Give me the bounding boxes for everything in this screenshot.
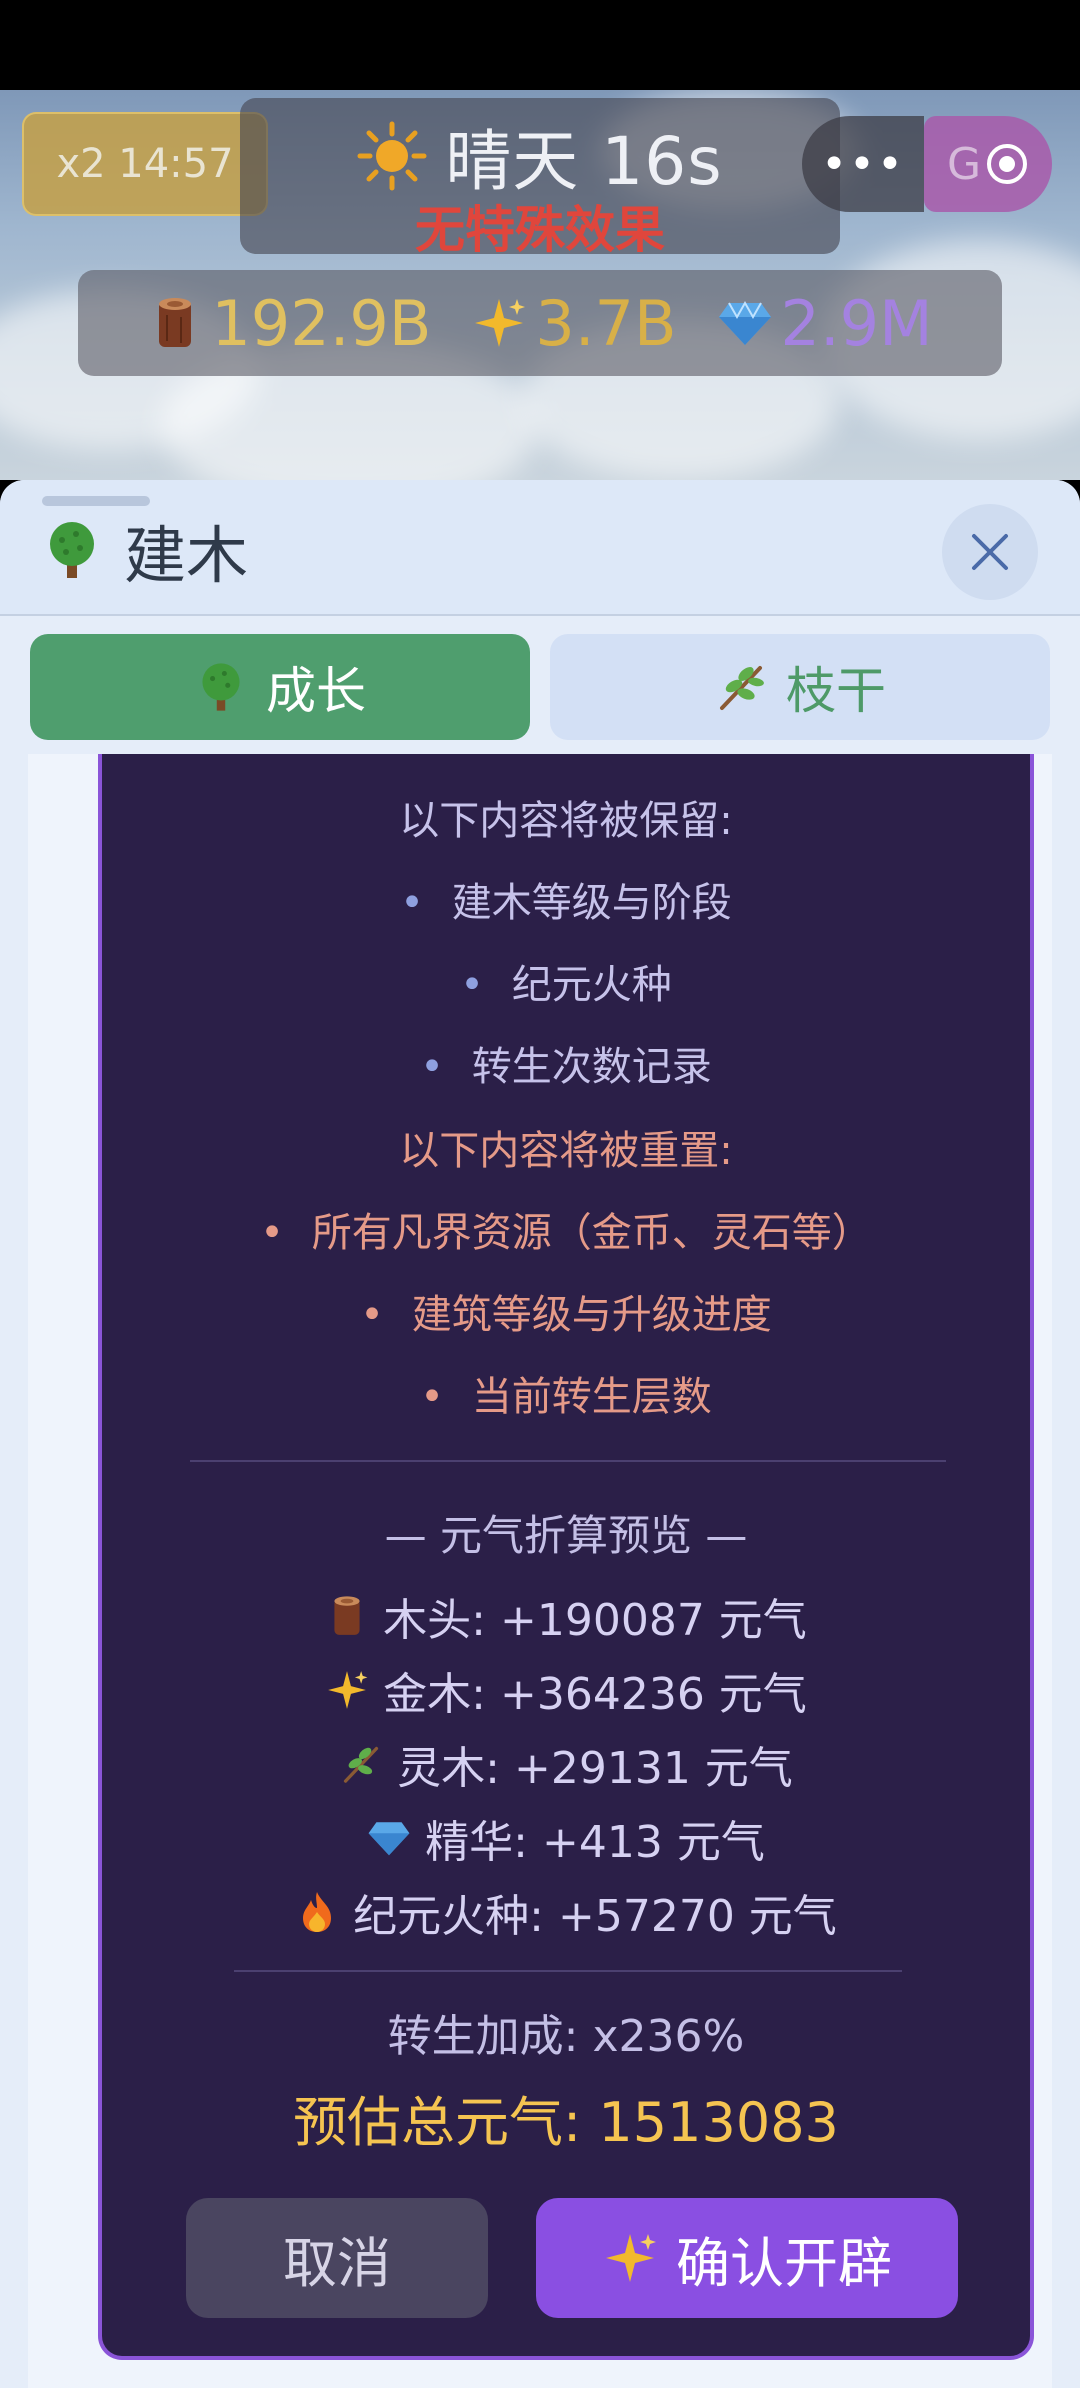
preview-title: — 元气折算预览 — xyxy=(384,1511,748,1560)
close-button[interactable] xyxy=(942,504,1038,600)
keep-header: 以下内容将被保留: xyxy=(399,798,733,844)
conversion-text: 纪元火种: +57270 元气 xyxy=(353,1891,837,1942)
keep-item: 纪元火种 xyxy=(102,952,1030,1010)
weather-effect-text: 无特殊效果 xyxy=(415,201,665,259)
branch-icon xyxy=(344,1746,379,1783)
branch-icon xyxy=(720,666,764,710)
panel-header: 建木 xyxy=(0,480,1080,616)
reset-header: 以下内容将被重置: xyxy=(399,1128,733,1174)
panel-title-text: 建木 xyxy=(124,519,249,592)
more-options-button[interactable]: ••• xyxy=(802,116,924,212)
close-icon xyxy=(972,534,1008,570)
conversion-text: 精华: +413 元气 xyxy=(425,1817,765,1868)
conversion-text: 灵木: +29131 元气 xyxy=(397,1743,793,1794)
keep-item: 建木等级与阶段 xyxy=(102,870,1030,928)
weather-panel: 晴天 16s 无特殊效果 xyxy=(240,98,840,259)
rebirth-confirm-dialog: 以下内容将被保留: 建木等级与阶段 纪元火种 转生次数记录 以下内容将被重置: … xyxy=(98,754,1034,2360)
estimated-total: 预估总元气: 1513083 xyxy=(293,2091,839,2154)
conversion-row: 精华: +413 元气 xyxy=(102,1810,1030,1868)
gem-icon xyxy=(718,300,771,345)
conversion-text: 木头: +190087 元气 xyxy=(383,1595,807,1646)
sparkle-icon xyxy=(328,1671,368,1709)
capsule-label: G xyxy=(946,138,982,190)
status-bar xyxy=(0,0,1080,90)
wood-log-icon xyxy=(159,298,192,347)
tab-growth-label: 成长 xyxy=(266,662,366,720)
gold-resource: 3.7B xyxy=(471,286,677,360)
fire-icon xyxy=(303,1892,332,1932)
tab-bar: 成长 枝干 xyxy=(30,634,1050,742)
jianmu-panel: 建木 成长 枝干 以下内容将被保留: • 建木等级与阶段 • 纪元火种 • 转生… xyxy=(0,480,1080,2388)
game-header: x2 14:57 晴天 16s 无特殊效果 ••• G 192.9B 3.7B … xyxy=(0,90,1080,480)
reset-item: 建筑等级与升级进度 xyxy=(102,1282,1030,1340)
sparkle-icon xyxy=(606,2234,656,2282)
speed-timer-text: x2 14:57 xyxy=(56,141,234,187)
gem-icon xyxy=(368,1822,410,1856)
wood-log-icon xyxy=(334,1596,360,1635)
panel-title: 建木 xyxy=(40,510,248,592)
divider xyxy=(234,1970,902,1972)
wood-resource: 192.9B xyxy=(147,287,431,360)
tab-branch-label: 枝干 xyxy=(786,662,886,720)
tree-icon xyxy=(50,522,94,578)
panel-content: 以下内容将被保留: 建木等级与阶段 纪元火种 转生次数记录 以下内容将被重置: … xyxy=(28,754,1052,2388)
conversion-text: 金木: +364236 元气 xyxy=(383,1669,807,1720)
cancel-label: 取消 xyxy=(283,2231,391,2295)
cancel-button[interactable]: 取消 xyxy=(186,2198,488,2318)
target-icon xyxy=(987,144,1028,184)
gold-value: 3.7B xyxy=(535,286,677,360)
mini-program-capsule: ••• G xyxy=(802,116,1054,214)
reset-item: 当前转生层数 xyxy=(102,1364,1030,1422)
sparkle-icon xyxy=(475,299,526,347)
gem-value: 2.9M xyxy=(780,286,933,360)
rebirth-bonus: 转生加成: x236% xyxy=(387,2011,745,2062)
confirm-label: 确认开辟 xyxy=(676,2231,892,2295)
conversion-row: 纪元火种: +57270 元气 xyxy=(102,1884,1030,1942)
more-icon: ••• xyxy=(821,138,905,190)
divider xyxy=(190,1460,946,1462)
speed-timer-badge[interactable]: x2 14:57 xyxy=(22,112,268,216)
keep-item: 转生次数记录 xyxy=(102,1034,1030,1092)
gem-resource: 2.9M xyxy=(717,287,933,360)
reset-item: 所有凡界资源（金币、灵石等） xyxy=(102,1200,1030,1258)
resource-bar: 192.9B 3.7B 2.9M xyxy=(78,270,1002,376)
conversion-row: 灵木: +29131 元气 xyxy=(102,1736,1030,1794)
confirm-button[interactable]: 确认开辟 xyxy=(536,2198,958,2318)
wood-value: 192.9B xyxy=(211,286,432,360)
tree-icon xyxy=(202,663,240,711)
conversion-row: 金木: +364236 元气 xyxy=(102,1662,1030,1720)
sun-icon xyxy=(357,121,427,191)
conversion-row: 木头: +190087 元气 xyxy=(102,1588,1030,1646)
tab-branch[interactable]: 枝干 xyxy=(550,634,1050,740)
tab-growth[interactable]: 成长 xyxy=(30,634,530,740)
close-program-button[interactable]: G xyxy=(924,116,1052,212)
